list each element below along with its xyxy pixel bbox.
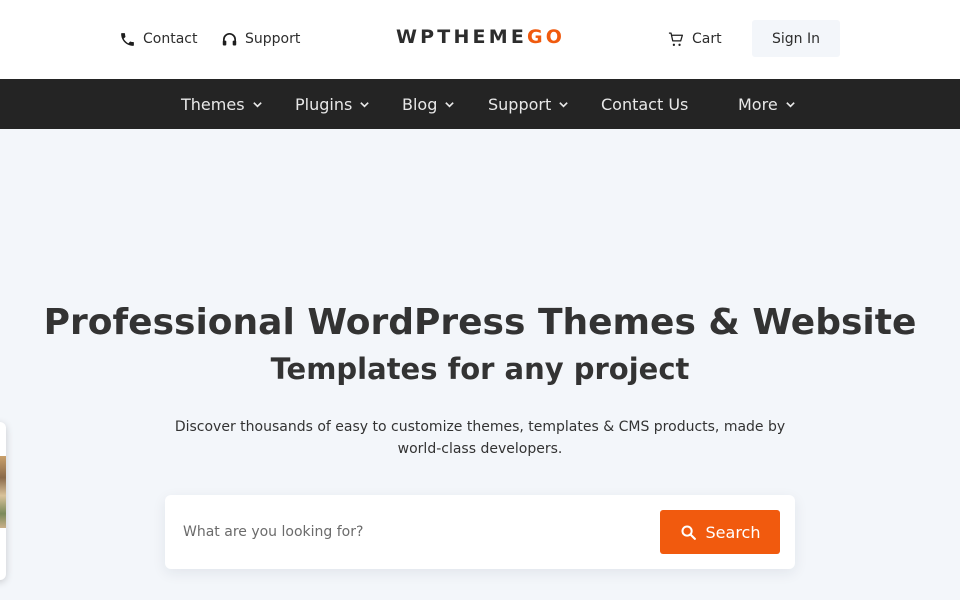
contact-label: Contact: [143, 31, 198, 47]
nav-item-label: Blog: [402, 94, 438, 114]
nav-item-more[interactable]: More: [738, 79, 796, 129]
side-preview-card[interactable]: [0, 422, 6, 580]
nav-item-label: Themes: [181, 94, 245, 114]
search-button[interactable]: Search: [660, 510, 780, 554]
hero-subtitle: Templates for any project: [270, 352, 690, 386]
hero-title: Professional WordPress Themes & Website: [43, 302, 917, 343]
search-button-label: Search: [705, 522, 761, 542]
cart-label: Cart: [692, 31, 722, 47]
preview-thumbnail: [0, 456, 6, 528]
chevron-down-icon: [359, 99, 370, 110]
search-icon: [681, 524, 696, 540]
nav-item-blog[interactable]: Blog: [402, 79, 455, 129]
main-nav: Themes Plugins Blog Support Contact Us M…: [0, 79, 960, 129]
chevron-down-icon: [785, 99, 796, 110]
logo-text-accent: GO: [527, 26, 566, 48]
logo-text-main: WPTHEME: [396, 26, 528, 48]
cart-link[interactable]: Cart: [667, 30, 722, 48]
nav-item-themes[interactable]: Themes: [181, 79, 263, 129]
nav-item-label: More: [738, 94, 778, 114]
support-link[interactable]: Support: [221, 30, 300, 48]
chevron-down-icon: [252, 99, 263, 110]
cart-icon: [668, 31, 684, 46]
top-header: Contact Support WPTHEMEGO Cart Sign In: [0, 0, 960, 79]
nav-item-plugins[interactable]: Plugins: [295, 79, 370, 129]
hero-description: Discover thousands of easy to customize …: [174, 419, 786, 457]
nav-item-support[interactable]: Support: [488, 79, 569, 129]
sign-in-button[interactable]: Sign In: [752, 20, 840, 57]
phone-icon: [121, 32, 134, 46]
chevron-down-icon: [444, 99, 455, 110]
contact-link[interactable]: Contact: [119, 30, 197, 48]
search-box: Search: [165, 495, 795, 569]
headset-icon: [222, 32, 237, 46]
nav-item-label: Support: [488, 94, 552, 114]
chevron-down-icon: [558, 99, 569, 110]
nav-item-label: Contact Us: [601, 94, 689, 114]
search-input[interactable]: [183, 514, 653, 550]
support-label: Support: [245, 31, 301, 47]
nav-item-label: Plugins: [295, 94, 353, 114]
site-logo[interactable]: WPTHEMEGO: [396, 26, 565, 48]
nav-item-contact-us[interactable]: Contact Us: [601, 79, 688, 129]
